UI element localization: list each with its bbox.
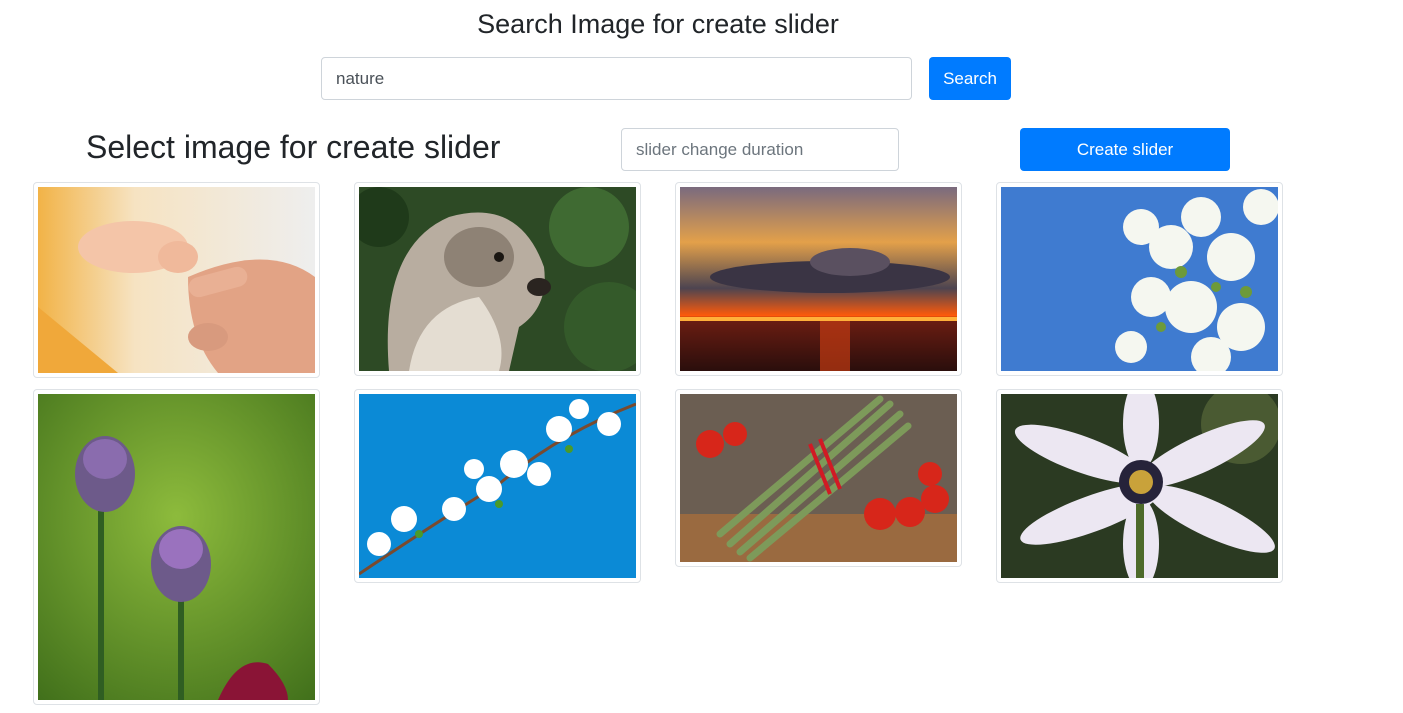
slider-duration-input[interactable] xyxy=(621,128,899,171)
search-input[interactable] xyxy=(321,57,912,100)
image-thumbnail-asparagus[interactable] xyxy=(675,389,962,567)
asparagus-tomatoes-image xyxy=(680,394,957,562)
page: Search Image for create slider Search Se… xyxy=(0,0,1403,713)
search-title: Search Image for create slider xyxy=(477,9,839,39)
white-blossoms-image xyxy=(1001,187,1278,371)
image-thumbnail-cherry-blossom[interactable] xyxy=(354,389,641,583)
sunset-image xyxy=(680,187,957,371)
select-image-title: Select image for create slider xyxy=(86,129,501,165)
image-thumbnail-sunset[interactable] xyxy=(675,182,962,376)
allium-flowers-image xyxy=(38,394,315,700)
image-thumbnail-dog[interactable] xyxy=(354,182,641,376)
image-thumbnail-allium[interactable] xyxy=(33,389,320,705)
image-thumbnail-baby-hand[interactable] xyxy=(33,182,320,378)
cherry-blossom-image xyxy=(359,394,636,578)
dog-image xyxy=(359,187,636,371)
image-thumbnail-daisy[interactable] xyxy=(996,389,1283,583)
baby-hand-image xyxy=(38,187,315,373)
white-daisy-image xyxy=(1001,394,1278,578)
search-button[interactable]: Search xyxy=(929,57,1011,100)
create-slider-button[interactable]: Create slider xyxy=(1020,128,1230,171)
image-thumbnail-white-blossoms[interactable] xyxy=(996,182,1283,376)
